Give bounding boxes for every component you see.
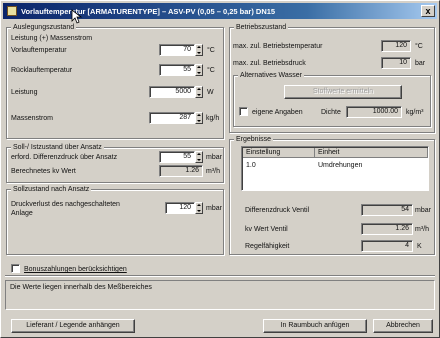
leistung-massenstrom-title: Leistung (+) Massenstrom (11, 35, 93, 42)
eigene-angaben-label: eigene Angaben (252, 109, 303, 116)
cancel-button[interactable]: Abbrechen (373, 319, 433, 333)
divider (5, 275, 435, 277)
group-betrieb-title: Betriebszustand (234, 23, 289, 32)
eigene-angaben-checkbox[interactable] (239, 107, 248, 116)
druckverlust-label-2: Anlage (11, 210, 33, 217)
druckverlust-label: Druckverlust des nachgeschalteten (11, 201, 120, 208)
column-header-einheit[interactable]: Einheit (315, 148, 428, 158)
diffdruck-unit: mbar (206, 154, 222, 161)
dichte-unit: kg/m³ (406, 109, 424, 116)
leistung-label: Leistung (11, 89, 38, 96)
mouse-cursor-icon (71, 9, 83, 24)
diffdruck-label: erford. Differenzdruck über Ansatz (11, 154, 118, 161)
diffdruck-input[interactable]: 55 (159, 151, 195, 163)
lieferant-legende-button[interactable]: Lieferant / Legende anhängen (11, 319, 135, 333)
status-text: Die Werte liegen innerhalb des Meßbereic… (10, 284, 152, 291)
kv-berechnet-label: Berechnetes kv Wert (11, 168, 76, 175)
diffdruck-ventil-value: 54 (361, 204, 413, 216)
diffdruck-ventil-unit: mbar (415, 207, 431, 214)
group-auslegung-title: Auslegungszustand (11, 23, 77, 32)
title-bar[interactable]: Vorlauftemperatur [ARMATURENTYPE] – ASV-… (3, 3, 437, 19)
dichte-label: Dichte (321, 109, 341, 116)
window-title: Vorlauftemperatur [ARMATURENTYPE] – ASV-… (21, 6, 276, 16)
stoffwerte-button[interactable]: Stoffwerte ermitteln (284, 85, 402, 99)
list-item-unit[interactable]: Umdrehungen (318, 161, 362, 170)
app-icon (7, 6, 17, 16)
dialog-window: Vorlauftemperatur [ARMATURENTYPE] – ASV-… (0, 0, 440, 338)
dichte-value: 1000.00 (346, 106, 402, 118)
list-item-setting[interactable]: 1.0 (246, 161, 256, 170)
regelfaehigkeit-unit: K (417, 243, 422, 250)
kv-berechnet-value: 1.26 (159, 165, 203, 177)
status-message-panel: Die Werte liegen innerhalb des Meßbereic… (5, 280, 435, 310)
vorlauf-spinner[interactable] (195, 44, 203, 56)
massenstrom-spinner[interactable] (195, 112, 203, 124)
max-druck-unit: bar (415, 60, 426, 67)
group-alt-wasser: Alternatives Wasser (233, 71, 431, 127)
massenstrom-input[interactable]: 287 (149, 112, 195, 124)
group-soll-ist-title: Soll-/ Istzustand über Ansatz (11, 143, 104, 152)
druckverlust-input[interactable]: 120 (165, 202, 195, 214)
ruecklauf-unit: °C (207, 67, 215, 74)
group-sollzustand: Sollzustand nach Ansatz (6, 185, 224, 255)
vorlauf-unit: °C (207, 47, 215, 54)
ergebnisse-list[interactable]: Einstellung Einheit 1.0 Umdrehungen (241, 146, 429, 191)
close-button[interactable]: x (421, 5, 435, 17)
group-sollzustand-title: Sollzustand nach Ansatz (11, 185, 92, 194)
ruecklauf-spinner[interactable] (195, 64, 203, 76)
max-temp-label: max. zul. Betriebstemperatur (233, 43, 323, 50)
max-temp-unit: °C (415, 43, 423, 50)
max-druck-label: max. zul. Betriebsdruck (233, 60, 306, 67)
massenstrom-unit: kg/h (206, 115, 220, 122)
max-druck-value: 10 (381, 57, 411, 69)
diffdruck-ventil-label: Differenzdruck Ventil (245, 207, 310, 214)
massenstrom-label: Massenstrom (11, 115, 54, 122)
druckverlust-spinner[interactable] (195, 202, 203, 214)
leistung-unit: W (207, 89, 214, 96)
ruecklauf-label: Rücklauftemperatur (11, 67, 73, 74)
max-temp-value: 120 (381, 40, 411, 52)
kv-ventil-label: kv Wert Ventil (245, 226, 288, 233)
regelfaehigkeit-value: 4 (361, 240, 413, 252)
regelfaehigkeit-label: Regelfähigkeit (245, 243, 290, 250)
bonus-checkbox[interactable] (11, 264, 20, 273)
kv-berechnet-unit: m³/h (206, 168, 220, 175)
kv-ventil-unit: m³/h (415, 226, 429, 233)
ruecklauf-input[interactable]: 55 (159, 64, 195, 76)
leistung-spinner[interactable] (195, 86, 203, 98)
group-ergebnisse-title: Ergebnisse (234, 135, 274, 144)
group-alt-wasser-title: Alternatives Wasser (238, 71, 304, 80)
druckverlust-unit: mbar (206, 205, 222, 212)
leistung-input[interactable]: 5000 (149, 86, 195, 98)
kv-ventil-value: 1.26 (361, 223, 413, 235)
bonus-checkbox-label: Bonuszahlungen berücksichtigen (24, 266, 127, 273)
column-header-einstellung[interactable]: Einstellung (243, 148, 315, 158)
diffdruck-spinner[interactable] (195, 151, 203, 163)
vorlauf-label: Vorlauftemperatur (11, 47, 67, 54)
vorlauf-input[interactable]: 70 (159, 44, 195, 56)
raumbuch-button[interactable]: In Raumbuch anfügen (263, 319, 367, 333)
